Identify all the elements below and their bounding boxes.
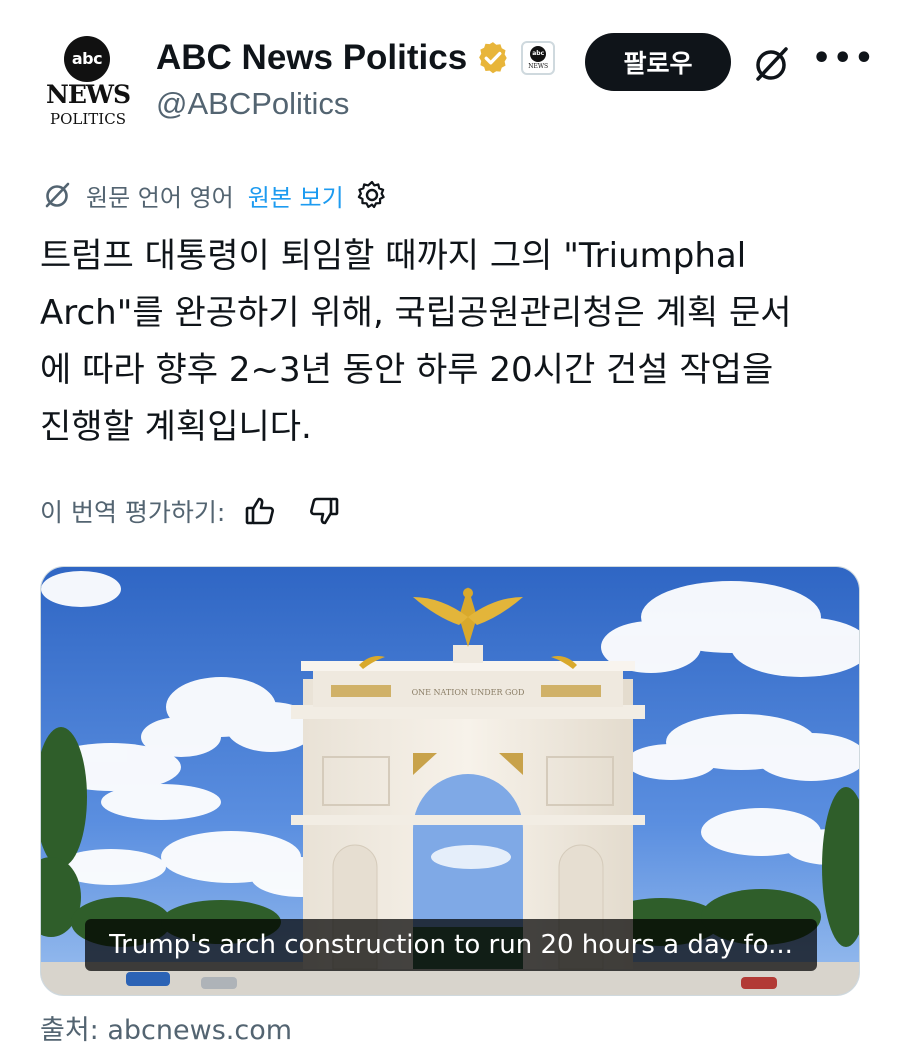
avatar-news-text: NEWS <box>45 80 131 109</box>
grok-translate-icon <box>45 182 70 208</box>
thumbs-down-icon[interactable] <box>307 494 341 528</box>
mini-news-text: NEWS <box>528 63 549 70</box>
show-original-link[interactable]: 원본 보기 <box>248 178 344 213</box>
abc-logo: abc <box>64 36 110 82</box>
mini-abc-logo: abc <box>530 46 547 62</box>
link-preview-title[interactable]: Trump's arch construction to run 20 hour… <box>85 919 817 971</box>
translation-rating-row: 이 번역 평가하기: <box>40 490 341 532</box>
thumbs-up-icon[interactable] <box>243 494 277 528</box>
name-row: ABC News Politics abc NEWS <box>156 36 556 80</box>
avatar[interactable]: abc NEWS POLITICS <box>40 30 136 130</box>
affiliation-badge[interactable]: abc NEWS <box>521 41 556 75</box>
verified-badge-icon[interactable] <box>475 40 511 76</box>
follow-button[interactable]: 팔로우 <box>585 33 731 91</box>
avatar-politics-text: POLITICS <box>50 110 126 128</box>
account-handle[interactable]: @ABCPolitics <box>156 86 349 122</box>
post-text: 트럼프 대통령이 퇴임할 때까지 그의 "Triumphal Arch"를 완공… <box>40 236 792 447</box>
translation-note: 원문 언어 영어 <box>86 183 234 212</box>
display-name[interactable]: ABC News Politics <box>156 38 467 78</box>
translation-row: 원문 언어 영어 원본 보기 <box>42 176 388 214</box>
more-options-button[interactable]: ••• <box>812 44 874 84</box>
link-source[interactable]: 출처: abcnews.com <box>40 1008 292 1047</box>
rating-label: 이 번역 평가하기: <box>40 498 226 527</box>
grok-icon[interactable] <box>750 42 794 86</box>
post-header: abc NEWS POLITICS ABC News Politics abc … <box>0 0 900 150</box>
arch-inscription: ONE NATION UNDER GOD <box>412 688 525 697</box>
gear-icon[interactable] <box>356 179 388 211</box>
link-preview-card[interactable]: ONE NATION UNDER GOD Trump's arch constr… <box>40 566 860 996</box>
